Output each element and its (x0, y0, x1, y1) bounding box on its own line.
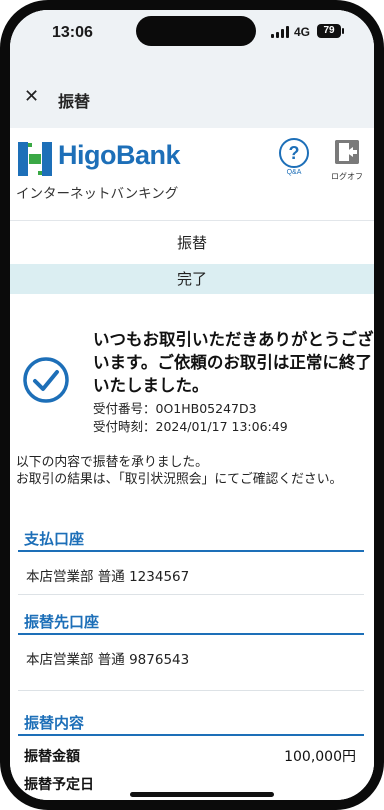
section-title: 振替 (176, 234, 207, 252)
dynamic-island (136, 16, 256, 46)
payment-account-heading: 支払口座 (24, 530, 85, 548)
brand-name: HigoBank (58, 140, 181, 170)
close-icon[interactable]: ✕ (24, 88, 39, 106)
screen: 13:06 4G 79 ✕ 振替 HigoBank インターネットバンキング ?… (10, 10, 374, 800)
destination-account-heading: 振替先口座 (24, 613, 100, 631)
amount-label: 振替金額 (24, 749, 80, 765)
receipt-number: 受付番号：0O1HB05247D3 (93, 401, 257, 416)
amount-value: 100,000円 (284, 749, 356, 765)
higobank-logo-icon (18, 142, 52, 176)
page-content: HigoBank インターネットバンキング ? Q&A ログオフ 振替 完了 い… (10, 128, 374, 800)
logout-button[interactable]: ログオフ (327, 140, 367, 182)
status-band: 完了 (10, 264, 374, 294)
network-label: 4G (294, 25, 311, 39)
divider (18, 690, 364, 691)
status-time: 13:06 (52, 24, 93, 41)
brand-header: HigoBank インターネットバンキング ? Q&A ログオフ (10, 128, 374, 221)
qa-label: Q&A (286, 169, 302, 176)
signal-icon (271, 26, 289, 38)
nav-title: 振替 (58, 92, 91, 111)
status-bar: 13:06 4G 79 (10, 10, 374, 62)
logout-label: ログオフ (331, 172, 363, 181)
logout-icon (335, 140, 359, 164)
brand-tagline: インターネットバンキング (16, 186, 179, 202)
result-description: 以下の内容で振替を承りました。 お取引の結果は、「取引状況照会」にてご確認くださ… (16, 455, 343, 487)
transfer-details-heading: 振替内容 (24, 714, 85, 732)
question-icon: ? (279, 138, 309, 168)
home-indicator (130, 792, 274, 797)
nav-bar: ✕ 振替 (10, 64, 374, 126)
completion-message: いつもお取引いただきありがとうございます。ご依頼のお取引は正常に終了いたしました… (93, 330, 374, 395)
phone-frame: 13:06 4G 79 ✕ 振替 HigoBank インターネットバンキング ?… (0, 0, 384, 810)
qa-button[interactable]: ? Q&A (276, 138, 312, 176)
divider (18, 550, 364, 552)
divider (18, 734, 364, 736)
destination-account-value: 本店営業部 普通 9876543 (26, 652, 190, 668)
divider (18, 594, 364, 595)
battery-icon: 79 (317, 24, 344, 38)
scheduled-date-label: 振替予定日 (24, 777, 94, 793)
check-circle-icon (23, 357, 69, 403)
payment-account-value: 本店営業部 普通 1234567 (26, 569, 190, 585)
receipt-time: 受付時刻：2024/01/17 13:06:49 (93, 419, 288, 434)
divider (18, 633, 364, 635)
